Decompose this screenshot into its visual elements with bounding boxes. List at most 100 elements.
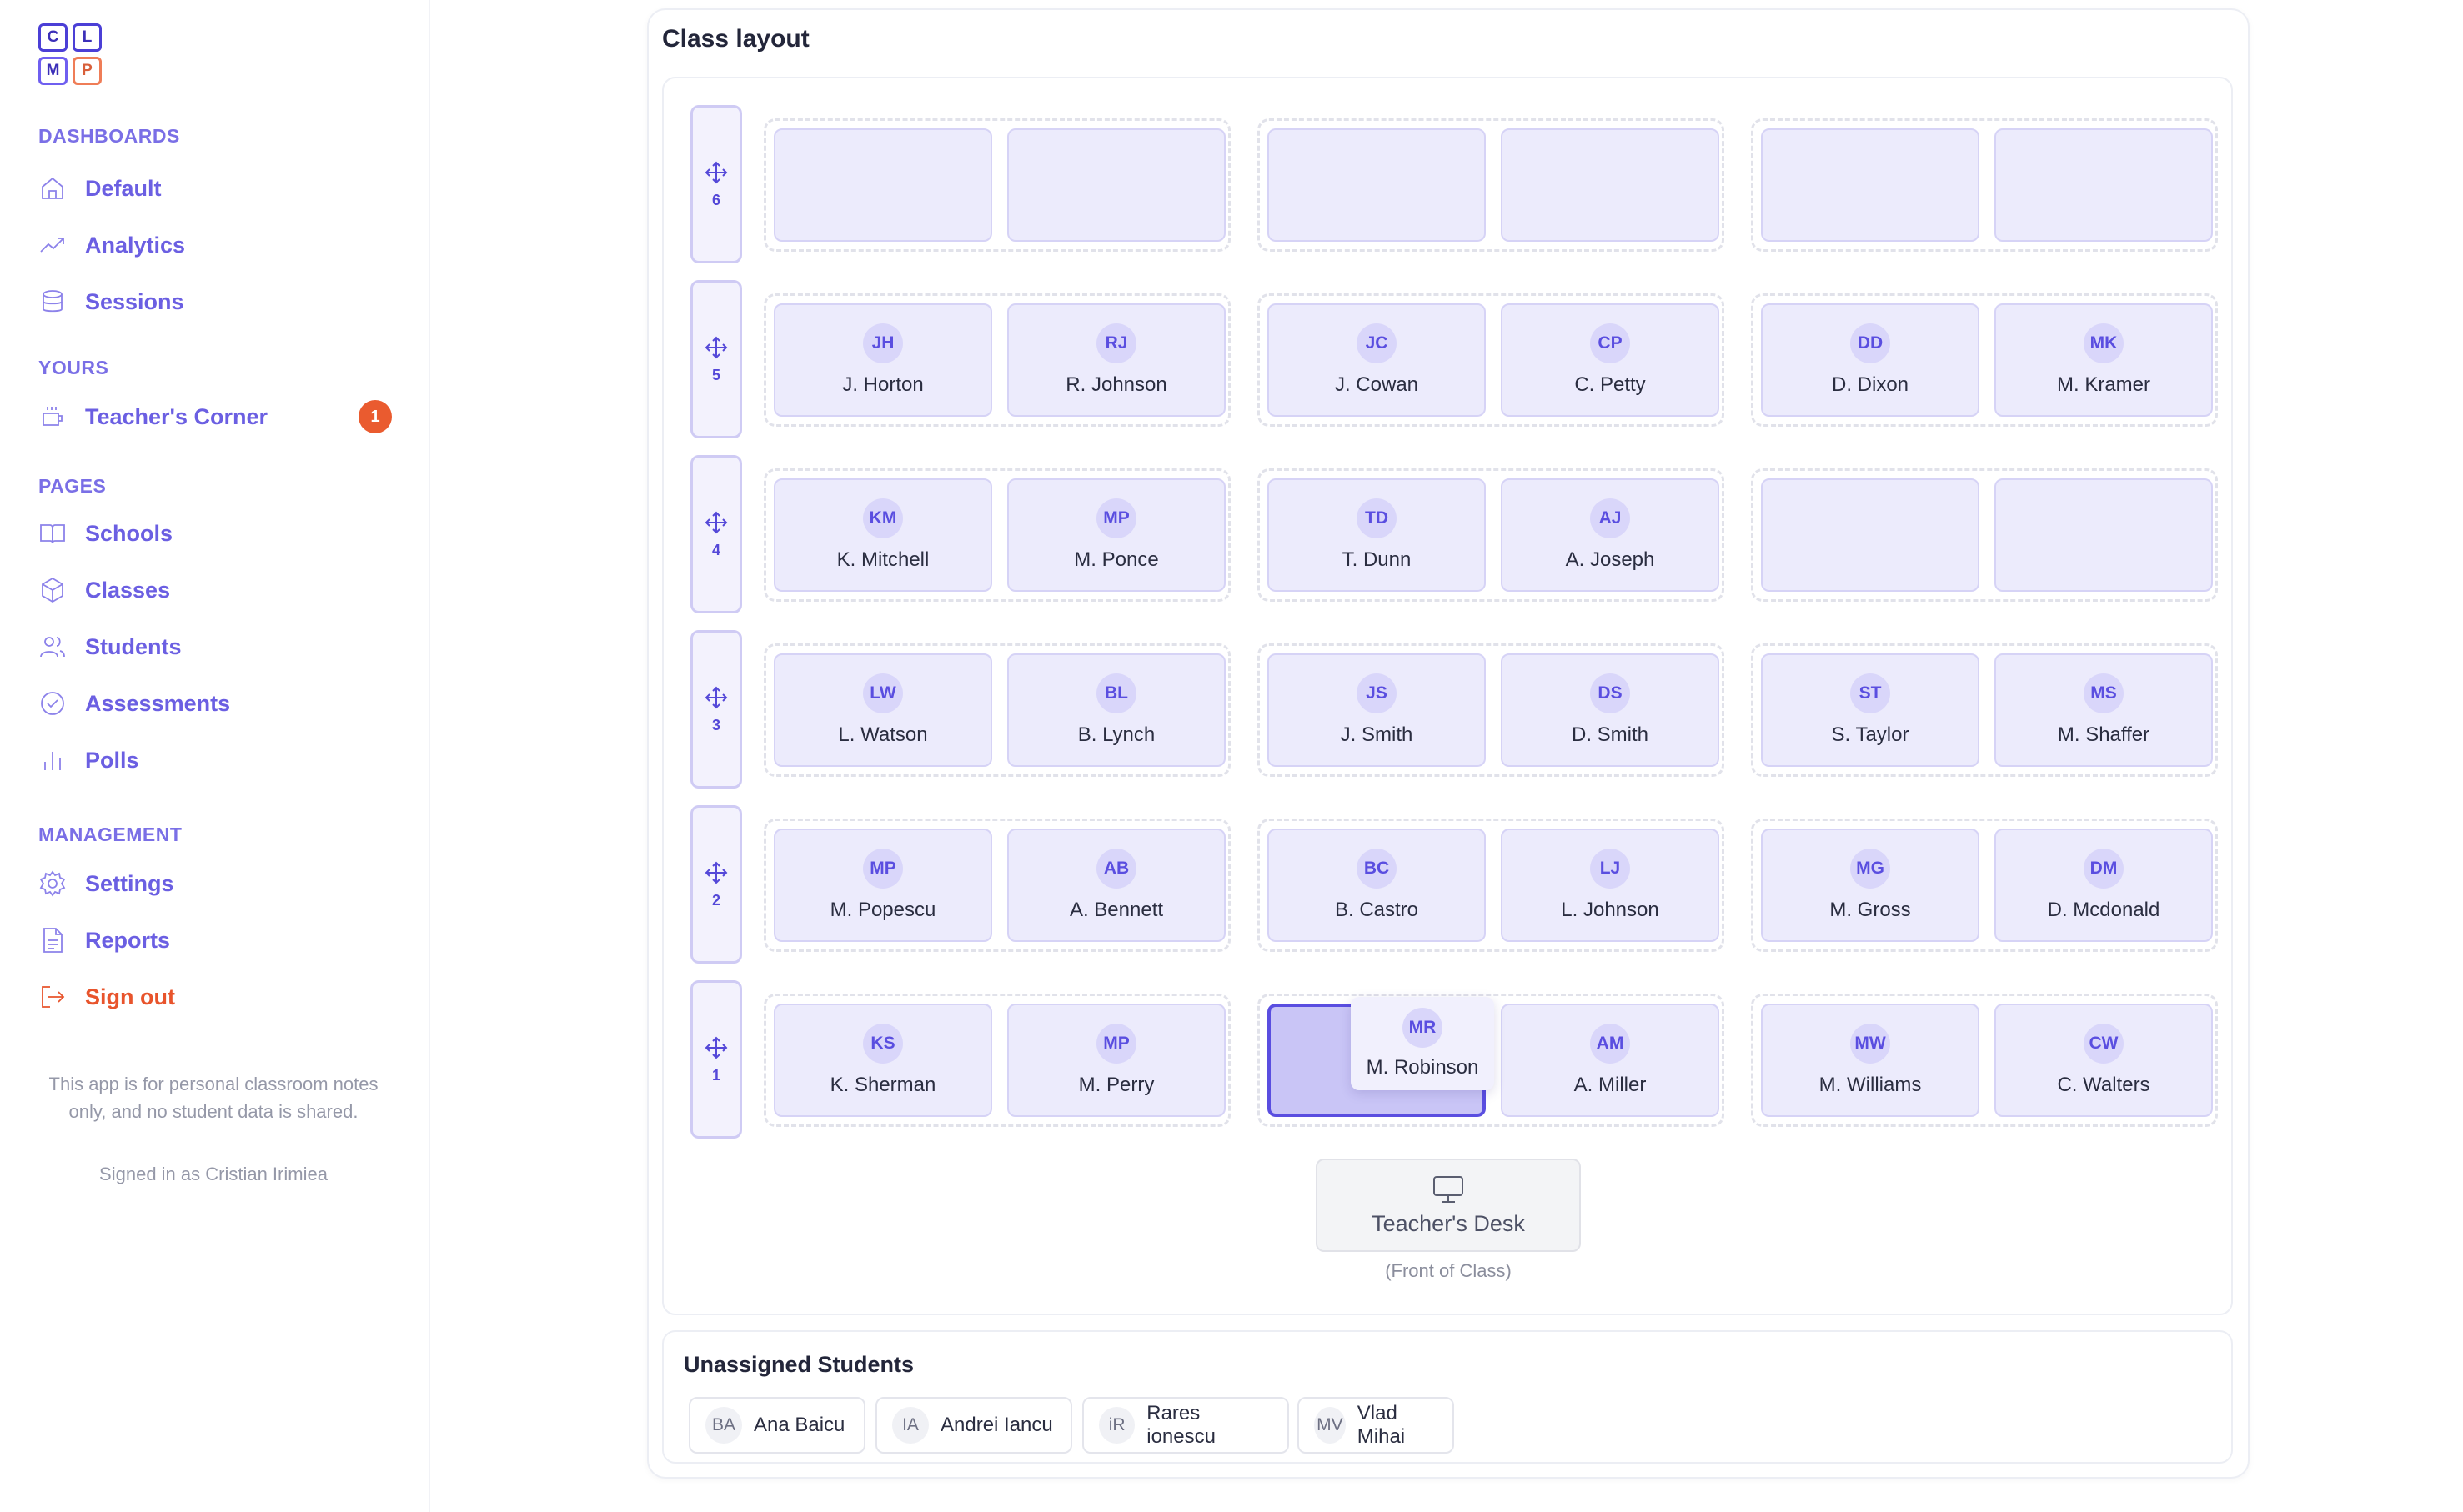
- empty-seat[interactable]: [1761, 478, 1979, 592]
- sidebar-item-analytics[interactable]: Analytics: [38, 227, 397, 263]
- sidebar-item-reports[interactable]: Reports: [38, 922, 397, 959]
- seat[interactable]: JS J. Smith: [1267, 653, 1486, 767]
- trend-icon: [40, 238, 64, 253]
- dragging-student-card[interactable]: MR M. Robinson: [1351, 997, 1494, 1090]
- seat[interactable]: ST S. Taylor: [1761, 653, 1979, 767]
- sidebar-item-label: Sessions: [85, 288, 184, 314]
- unassigned-student-chip[interactable]: iR Rares ionescu: [1082, 1397, 1289, 1454]
- student-name: M. Kramer: [2056, 373, 2150, 396]
- student-avatar: AM: [1590, 1024, 1630, 1064]
- student-name: C. Walters: [2057, 1074, 2150, 1096]
- student-name: C. Petty: [1574, 373, 1646, 396]
- student-name: L. Johnson: [1561, 899, 1659, 921]
- row-drag-handle[interactable]: 5: [690, 280, 742, 438]
- coffee-icon: [43, 407, 63, 426]
- sidebar-item-classes[interactable]: Classes: [38, 572, 397, 608]
- seat[interactable]: JC J. Cowan: [1267, 303, 1486, 417]
- sidebar-item-default[interactable]: Default: [38, 170, 397, 207]
- row-number: 6: [711, 191, 720, 208]
- student-avatar: JC: [1357, 323, 1397, 363]
- bar-chart-icon: [44, 752, 61, 770]
- student-name: K. Sherman: [830, 1074, 936, 1096]
- seat[interactable]: MP M. Popescu: [774, 829, 992, 942]
- seat[interactable]: AM A. Miller: [1501, 1004, 1719, 1117]
- section-title-yours: YOURS: [38, 357, 109, 378]
- empty-seat[interactable]: [1501, 128, 1719, 242]
- seat[interactable]: BC B. Castro: [1267, 829, 1486, 942]
- home-icon: [42, 177, 63, 199]
- row-drag-handle[interactable]: 6: [690, 105, 742, 263]
- empty-seat[interactable]: [1007, 128, 1226, 242]
- empty-seat[interactable]: [774, 128, 992, 242]
- seat[interactable]: KM K. Mitchell: [774, 478, 992, 592]
- sidebar-item-settings[interactable]: Settings: [38, 865, 397, 902]
- sidebar-item-sign-out[interactable]: Sign out: [38, 979, 397, 1015]
- student-avatar: CW: [2084, 1024, 2124, 1064]
- row-drag-handle[interactable]: 1: [690, 980, 742, 1139]
- empty-seat[interactable]: [1761, 128, 1979, 242]
- sidebar-item-students[interactable]: Students: [38, 628, 397, 665]
- seat[interactable]: TD T. Dunn: [1267, 478, 1486, 592]
- student-name: A. Miller: [1573, 1074, 1647, 1096]
- student-avatar: LJ: [1590, 849, 1630, 889]
- seat[interactable]: MK M. Kramer: [1994, 303, 2213, 417]
- student-avatar: BC: [1357, 849, 1397, 889]
- seat[interactable]: MP M. Ponce: [1007, 478, 1226, 592]
- seat[interactable]: DS D. Smith: [1501, 653, 1719, 767]
- student-name: M. Perry: [1078, 1074, 1155, 1096]
- student-name: D. Dixon: [1831, 373, 1909, 396]
- seat[interactable]: MP M. Perry: [1007, 1004, 1226, 1117]
- seat[interactable]: LJ L. Johnson: [1501, 829, 1719, 942]
- seat[interactable]: AB A. Bennett: [1007, 829, 1226, 942]
- student-avatar: IA: [892, 1407, 929, 1444]
- seat[interactable]: MG M. Gross: [1761, 829, 1979, 942]
- seat[interactable]: KS K. Sherman: [774, 1004, 992, 1117]
- row-drag-handle[interactable]: 4: [690, 455, 742, 613]
- student-name: J. Cowan: [1334, 373, 1419, 396]
- student-name: L. Watson: [838, 723, 928, 746]
- sidebar-item-teacher-s-corner[interactable]: Teacher's Corner 1: [38, 398, 397, 435]
- student-avatar: BA: [705, 1407, 742, 1444]
- app-logo[interactable]: C L M P: [38, 23, 102, 85]
- seat[interactable]: MS M. Shaffer: [1994, 653, 2213, 767]
- student-avatar: CP: [1590, 323, 1630, 363]
- sidebar-item-sessions[interactable]: Sessions: [38, 283, 397, 320]
- student-avatar: AB: [1096, 849, 1136, 889]
- sidebar: C L M P This app is for personal classro…: [0, 0, 430, 1512]
- seat[interactable]: AJ A. Joseph: [1501, 478, 1719, 592]
- seat[interactable]: DM D. Mcdonald: [1994, 829, 2213, 942]
- logo-letter: P: [73, 57, 102, 85]
- seat[interactable]: CP C. Petty: [1501, 303, 1719, 417]
- empty-seat[interactable]: [1994, 128, 2213, 242]
- seat[interactable]: MW M. Williams: [1761, 1004, 1979, 1117]
- unassigned-student-chip[interactable]: BA Ana Baicu: [689, 1397, 865, 1454]
- seat[interactable]: BL B. Lynch: [1007, 653, 1226, 767]
- student-name: T. Dunn: [1342, 548, 1412, 571]
- empty-seat[interactable]: [1267, 128, 1486, 242]
- sidebar-item-polls[interactable]: Polls: [38, 742, 397, 779]
- seat[interactable]: LW L. Watson: [774, 653, 992, 767]
- student-avatar: LW: [863, 673, 903, 713]
- student-avatar: MP: [1096, 1024, 1136, 1064]
- row-number: 3: [711, 716, 720, 733]
- student-avatar: MP: [863, 849, 903, 889]
- seat[interactable]: CW C. Walters: [1994, 1004, 2213, 1117]
- page-title: Class layout: [662, 25, 810, 53]
- seat[interactable]: RJ R. Johnson: [1007, 303, 1226, 417]
- unassigned-student-chip[interactable]: MV Vlad Mihai: [1297, 1397, 1454, 1454]
- unassigned-student-chip[interactable]: IA Andrei Iancu: [875, 1397, 1072, 1454]
- seat[interactable]: JH J. Horton: [774, 303, 992, 417]
- seat[interactable]: DD D. Dixon: [1761, 303, 1979, 417]
- empty-seat[interactable]: [1994, 478, 2213, 592]
- student-avatar: JH: [863, 323, 903, 363]
- row-drag-handle[interactable]: 3: [690, 630, 742, 789]
- teacher-desk: Teacher's Desk: [1316, 1159, 1581, 1252]
- sidebar-item-schools[interactable]: Schools: [38, 515, 397, 552]
- front-of-class-label: (Front of Class): [1385, 1260, 1512, 1281]
- row-drag-handle[interactable]: 2: [690, 805, 742, 964]
- monitor-icon: [1433, 1175, 1463, 1203]
- sidebar-item-assessments[interactable]: Assessments: [38, 685, 397, 722]
- student-name: Vlad Mihai: [1357, 1402, 1406, 1448]
- student-avatar: AJ: [1590, 498, 1630, 538]
- student-avatar: ST: [1850, 673, 1890, 713]
